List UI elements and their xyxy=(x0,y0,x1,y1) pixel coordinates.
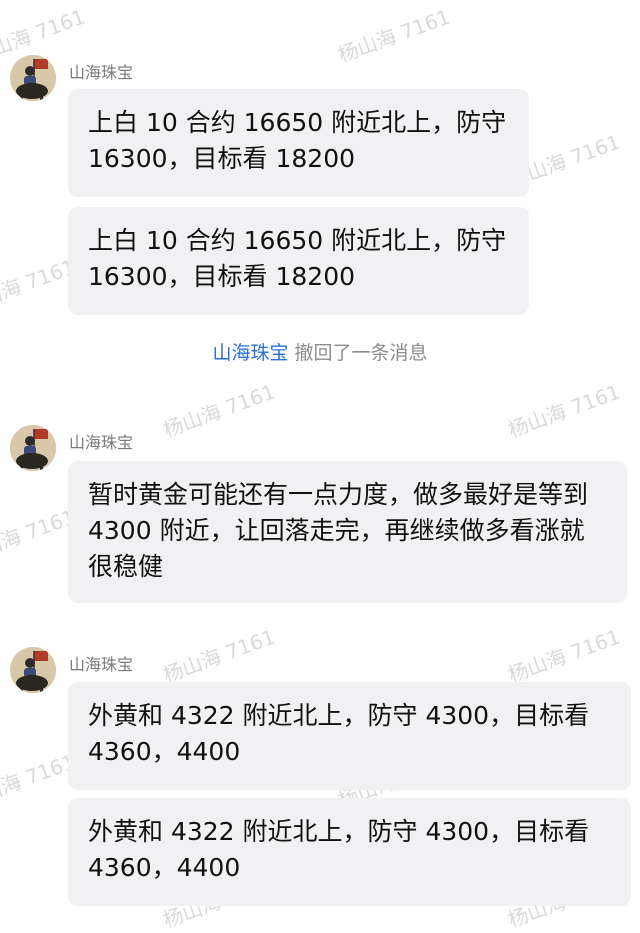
sender-name: 山海珠宝 xyxy=(69,63,134,82)
watermark-text: 杨山海 7161 xyxy=(159,624,279,688)
watermark-text: 杨山海 7161 xyxy=(159,379,279,443)
avatar[interactable] xyxy=(10,425,56,471)
message-bubble[interactable]: 暂时黄金可能还有一点力度，做多最好是等到 4300 附近，让回落走完，再继续做多… xyxy=(68,461,627,603)
message-bubble[interactable]: 上白 10 合约 16650 附近北上，防守 16300，目标看 18200 xyxy=(68,89,529,197)
watermark-text: 杨山海 7161 xyxy=(0,749,79,813)
sender-name: 山海珠宝 xyxy=(69,433,134,452)
recall-sender-link[interactable]: 山海珠宝 xyxy=(212,342,288,364)
watermark-text: 杨山海 7161 xyxy=(504,624,624,688)
recall-notice: 山海珠宝 撤回了一条消息 xyxy=(0,338,640,365)
recall-text: 撤回了一条消息 xyxy=(294,342,428,364)
watermark-text: 杨山海 7161 xyxy=(0,504,79,568)
watermark-text: 杨山海 7161 xyxy=(334,4,454,68)
avatar[interactable] xyxy=(10,647,56,693)
message-bubble[interactable]: 上白 10 合约 16650 附近北上，防守 16300，目标看 18200 xyxy=(68,207,529,315)
watermark-text: 杨山海 7161 xyxy=(504,379,624,443)
sender-name: 山海珠宝 xyxy=(69,655,134,674)
avatar[interactable] xyxy=(10,55,56,101)
message-bubble[interactable]: 外黄和 4322 附近北上，防守 4300，目标看 4360，4400 xyxy=(68,798,631,906)
message-bubble[interactable]: 外黄和 4322 附近北上，防守 4300，目标看 4360，4400 xyxy=(68,682,631,790)
watermark-text: 杨山海 7161 xyxy=(0,254,79,318)
